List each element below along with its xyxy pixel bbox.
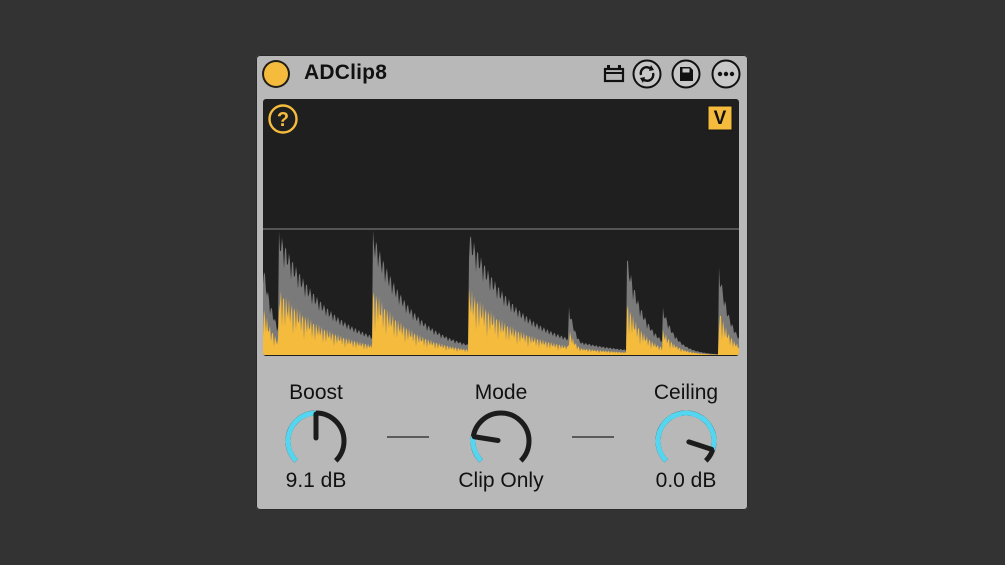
boost-control: Boost 9.1 dB xyxy=(251,381,381,493)
device-title-bar[interactable]: ADClip8 xyxy=(256,55,748,95)
boost-knob[interactable] xyxy=(281,409,351,471)
knob-pointer xyxy=(471,434,501,444)
waveform-graph xyxy=(263,228,739,355)
hot-swap-icon[interactable] xyxy=(599,59,629,89)
more-options-icon[interactable] xyxy=(711,59,741,89)
boost-value: 9.1 dB xyxy=(285,469,347,492)
boost-label: Boost xyxy=(289,381,343,404)
ceiling-label: Ceiling xyxy=(653,381,719,404)
mode-label: Mode xyxy=(474,381,528,404)
mode-control: Mode Clip Only xyxy=(436,381,566,493)
knob-pointer xyxy=(686,439,715,452)
save-preset-icon[interactable] xyxy=(671,59,701,89)
swap-cycle-icon[interactable] xyxy=(632,59,662,89)
ceiling-value: 0.0 dB xyxy=(655,469,717,492)
knob-value-arc xyxy=(470,436,484,463)
help-icon[interactable]: ? xyxy=(267,103,299,135)
view-toggle-button[interactable]: V xyxy=(707,105,733,131)
device-power-button[interactable] xyxy=(262,60,290,88)
ceiling-control: Ceiling 0.0 dB xyxy=(621,381,751,493)
device-name: ADClip8 xyxy=(304,61,388,84)
waveform-display[interactable]: ? V xyxy=(263,99,739,356)
separator-line xyxy=(572,436,614,438)
mode-knob[interactable] xyxy=(466,409,536,471)
device-panel: ADClip8 ? V Boost 9.1 dB Mode Clip Only … xyxy=(256,55,748,510)
knob-value-arc xyxy=(655,410,717,463)
separator-line xyxy=(387,436,429,438)
mode-value: Clip Only xyxy=(458,469,544,492)
ceiling-knob[interactable] xyxy=(651,409,721,471)
help-symbol: ? xyxy=(277,109,289,131)
knob-value-arc xyxy=(285,410,317,463)
